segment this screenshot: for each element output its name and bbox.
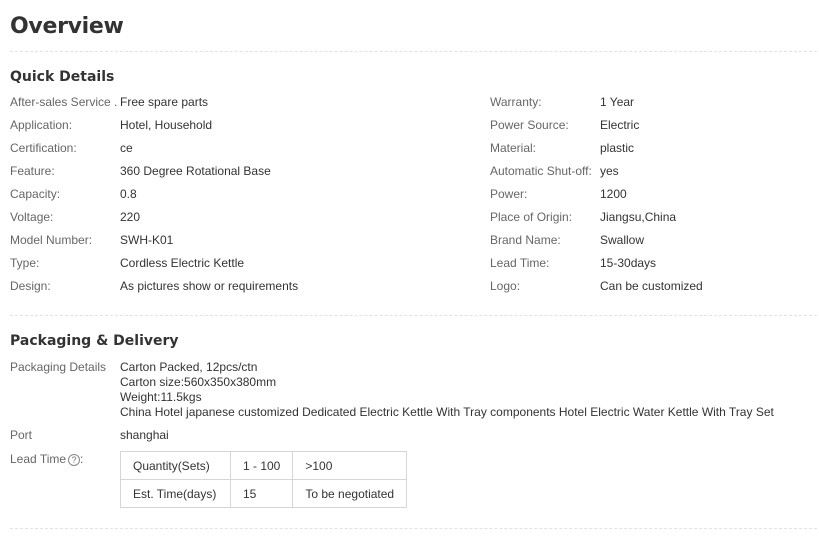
table-cell: Quantity(Sets) [120,451,231,480]
detail-label: Logo: [490,279,521,293]
detail-label: Lead Time: [490,256,550,270]
detail-label: Design: [10,279,51,293]
detail-label: Certification: [10,141,77,155]
detail-value: ce [120,141,133,155]
detail-row: Certification: ce Material: plastic [10,139,817,162]
detail-label: Voltage: [10,210,54,224]
detail-value: Hotel, Household [120,118,213,132]
packaging-line: Carton size:560x350x380mm [120,375,277,389]
divider [10,51,817,52]
detail-label: Power Source: [490,118,569,132]
detail-label: Capacity: [10,187,61,201]
table-cell: >100 [292,451,408,480]
packaging-line: Weight:11.5kgs [120,390,202,404]
detail-label: Feature: [10,164,55,178]
detail-label: After-sales Service ... [10,95,118,109]
detail-row: Feature: 360 Degree Rotational Base Auto… [10,162,817,185]
detail-label: Model Number: [10,233,93,247]
detail-row: Voltage: 220 Place of Origin: Jiangsu,Ch… [10,208,817,231]
detail-row: Design: As pictures show or requirements… [10,277,817,300]
help-icon[interactable]: ? [68,453,81,466]
detail-row: After-sales Service ... Free spare parts… [10,93,817,116]
divider [10,315,817,316]
lead-time-table: Quantity(Sets) 1 - 100 >100 Est. Time(da… [120,451,408,508]
divider [10,528,817,529]
detail-value: 1 Year [600,95,635,109]
port-label: Port [10,428,33,442]
detail-value: Cordless Electric Kettle [120,256,245,270]
port-value: shanghai [120,428,169,442]
detail-row: Type: Cordless Electric Kettle Lead Time… [10,254,817,277]
packaging-title: Packaging & Delivery [10,333,179,349]
detail-label: Place of Origin: [490,210,573,224]
lead-time-label: Lead Time?: [10,452,83,467]
detail-value: yes [600,164,619,178]
table-row: Est. Time(days) 15 To be negotiated [120,479,408,508]
table-cell: 15 [229,479,294,508]
detail-value: plastic [600,141,635,155]
lead-time-label-text: Lead Time [10,452,67,466]
detail-value: 360 Degree Rotational Base [120,164,271,178]
overview-title: Overview [10,14,124,39]
detail-row: Application: Hotel, Household Power Sour… [10,116,817,139]
detail-value: 220 [120,210,141,224]
packaging-line: China Hotel japanese customized Dedicate… [120,405,774,419]
detail-value: Can be customized [600,279,703,293]
detail-label: Warranty: [490,95,542,109]
detail-value: Swallow [600,233,645,247]
packaging-line: Carton Packed, 12pcs/ctn [120,360,258,374]
detail-value: As pictures show or requirements [120,279,299,293]
detail-value: Jiangsu,China [600,210,677,224]
table-cell: Est. Time(days) [120,479,231,508]
detail-label: Automatic Shut-off: [490,164,592,178]
lead-time-colon: : [80,452,84,466]
quick-details-grid: After-sales Service ... Free spare parts… [10,93,817,300]
detail-value: Electric [600,118,640,132]
quick-details-title: Quick Details [10,69,115,85]
detail-value: 1200 [600,187,627,201]
detail-row: Capacity: 0.8 Power: 1200 [10,185,817,208]
detail-label: Type: [10,256,40,270]
table-cell: 1 - 100 [229,451,294,480]
detail-value: SWH-K01 [120,233,174,247]
table-row: Quantity(Sets) 1 - 100 >100 [120,451,408,480]
detail-value: 0.8 [120,187,137,201]
packaging-details-value: Carton Packed, 12pcs/ctn Carton size:560… [120,360,774,420]
detail-label: Material: [490,141,537,155]
detail-label: Power: [490,187,528,201]
detail-value: 15-30days [600,256,657,270]
detail-label: Brand Name: [490,233,561,247]
packaging-details-label: Packaging Details [10,360,107,374]
detail-row: Model Number: SWH-K01 Brand Name: Swallo… [10,231,817,254]
detail-label: Application: [10,118,73,132]
detail-value: Free spare parts [120,95,209,109]
table-cell: To be negotiated [292,479,408,508]
